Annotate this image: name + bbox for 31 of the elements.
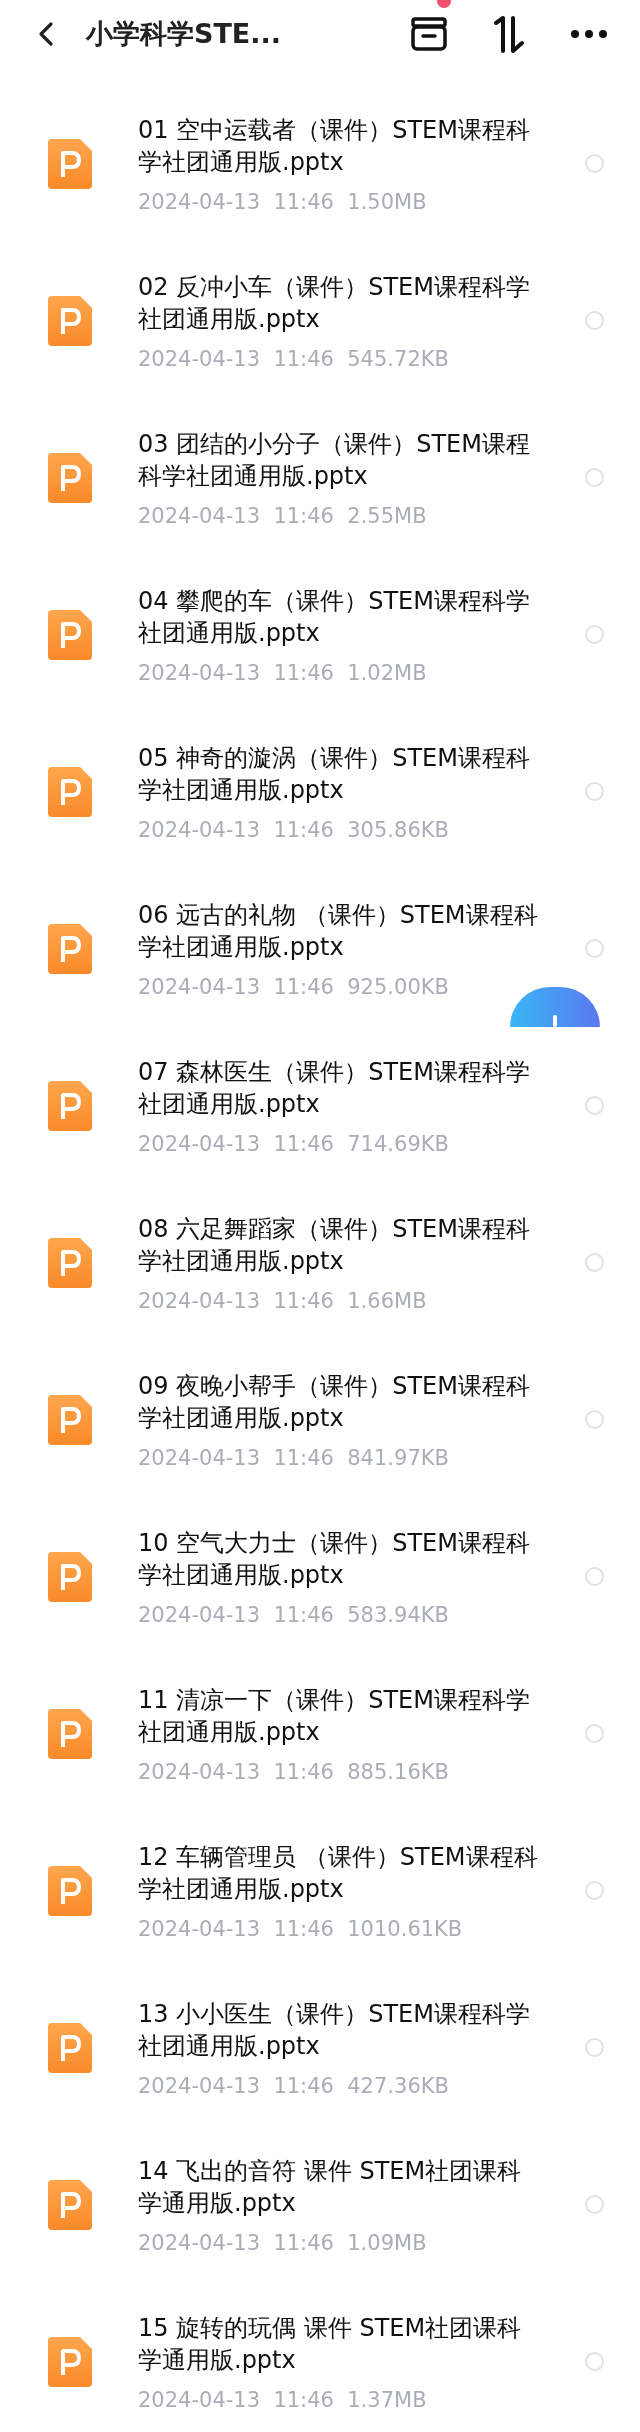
- file-name[interactable]: 12 车辆管理员 （课件）STEM课程科学社团通用版.pptx: [138, 1840, 538, 1905]
- file-meta: 2024-04-13 11:46 885.16KB: [138, 1759, 450, 1784]
- file-name[interactable]: 09 夜晚小帮手（课件）STEM课程科学社团通用版.pptx: [138, 1369, 538, 1434]
- file-meta: 2024-04-13 11:46 2.55MB: [138, 503, 428, 528]
- file-name[interactable]: 06 远古的礼物 （课件）STEM课程科学社团通用版.pptx: [138, 898, 538, 963]
- file-meta: 2024-04-13 11:46 583.94KB: [138, 1602, 450, 1627]
- file-name[interactable]: 01 空中运载者（课件）STEM课程科学社团通用版.pptx: [138, 113, 538, 178]
- file-meta: 2024-04-13 11:46 1.09MB: [138, 2230, 428, 2255]
- file-meta: 2024-04-13 11:46 545.72KB: [138, 346, 450, 371]
- folder-title: 小学科学STE...: [86, 16, 283, 51]
- file-meta: 2024-04-13 11:46 1.37MB: [138, 2387, 428, 2412]
- file-name[interactable]: 04 攀爬的车（课件）STEM课程科学社团通用版.pptx: [138, 584, 538, 649]
- file-name[interactable]: 05 神奇的漩涡（课件）STEM课程科学社团通用版.pptx: [138, 741, 538, 806]
- file-name[interactable]: 14 飞出的音符 课件 STEM社团课科学通用版.pptx: [138, 2154, 538, 2219]
- file-meta: 2024-04-13 11:46 305.86KB: [138, 817, 450, 842]
- file-name[interactable]: 10 空气大力士（课件）STEM课程科学社团通用版.pptx: [138, 1526, 538, 1591]
- file-meta: 2024-04-13 11:46 1.50MB: [138, 189, 428, 214]
- file-meta: 2024-04-13 11:46 841.97KB: [138, 1445, 450, 1470]
- file-meta: 2024-04-13 11:46 427.36KB: [138, 2073, 450, 2098]
- file-meta: 2024-04-13 11:46 1.02MB: [138, 660, 428, 685]
- file-meta: 2024-04-13 11:46 1010.61KB: [138, 1916, 464, 1941]
- file-meta: 2024-04-13 11:46 1.66MB: [138, 1288, 428, 1313]
- file-meta: 2024-04-13 11:46 714.69KB: [138, 1131, 450, 1156]
- file-name[interactable]: 13 小小医生（课件）STEM课程科学社团通用版.pptx: [138, 1997, 538, 2062]
- file-name[interactable]: 02 反冲小车（课件）STEM课程科学社团通用版.pptx: [138, 270, 538, 335]
- file-name[interactable]: 08 六足舞蹈家（课件）STEM课程科学社团通用版.pptx: [138, 1212, 538, 1277]
- file-name[interactable]: 11 清凉一下（课件）STEM课程科学社团通用版.pptx: [138, 1683, 538, 1748]
- file-name[interactable]: 15 旋转的玩偶 课件 STEM社团课科学通用版.pptx: [138, 2311, 538, 2376]
- file-name[interactable]: 07 森林医生（课件）STEM课程科学社团通用版.pptx: [138, 1055, 538, 1120]
- file-name[interactable]: 03 团结的小分子（课件）STEM课程科学社团通用版.pptx: [138, 427, 538, 492]
- file-meta: 2024-04-13 11:46 925.00KB: [138, 974, 450, 999]
